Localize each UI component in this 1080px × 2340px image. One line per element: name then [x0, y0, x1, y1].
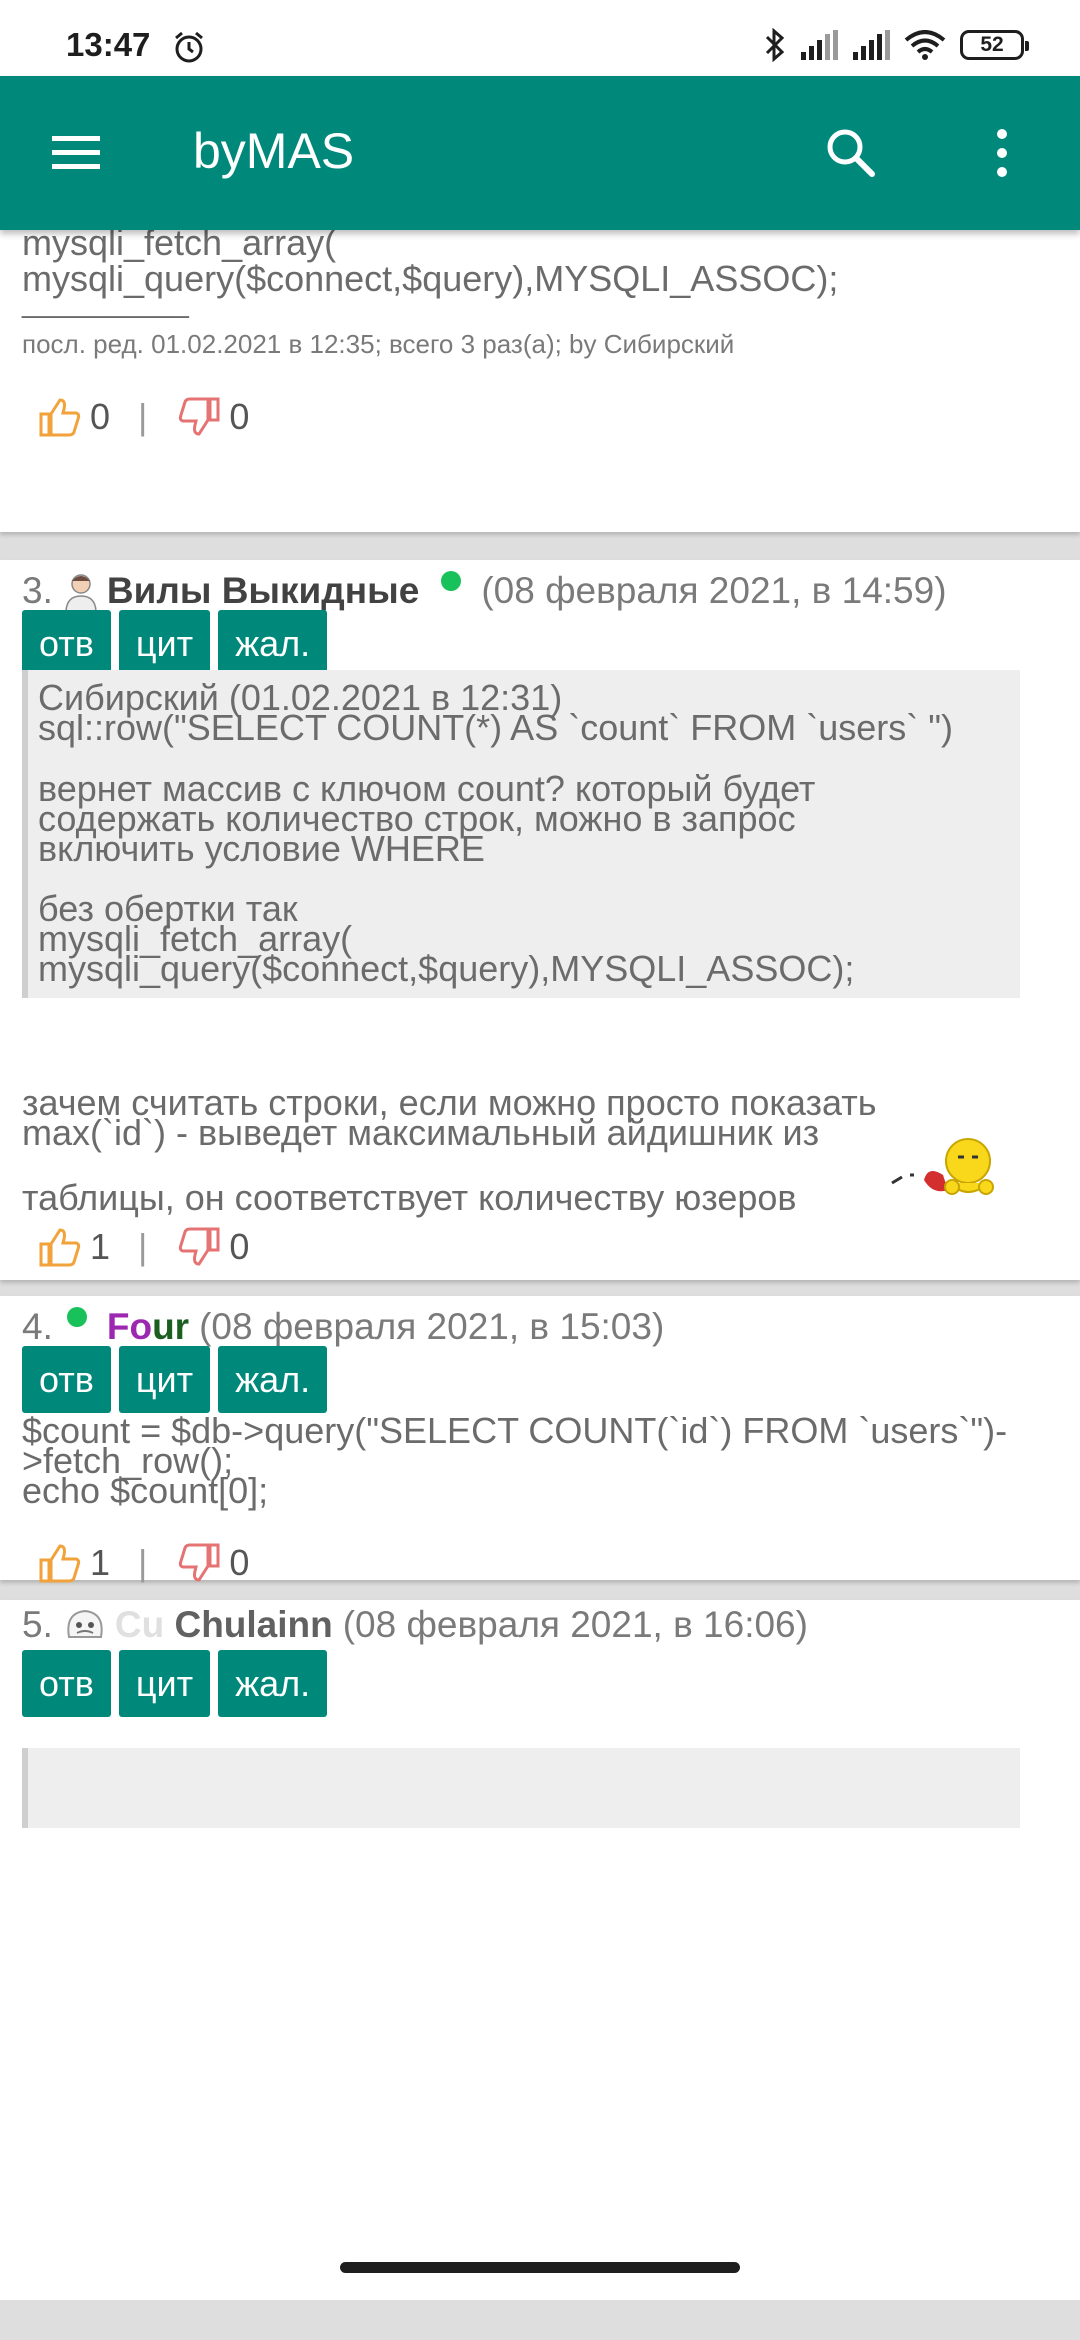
- post-header: 4. Four (08 февраля 2021, в 15:03): [22, 1306, 664, 1348]
- post-date: (08 февраля 2021, в 16:06): [342, 1604, 808, 1645]
- quote-button[interactable]: цит: [118, 1650, 211, 1717]
- reply-button[interactable]: отв: [22, 1650, 111, 1717]
- reply-button[interactable]: отв: [22, 1346, 111, 1413]
- user-avatar-icon: [65, 574, 97, 611]
- post-number: 3.: [22, 570, 53, 611]
- edit-note: посл. ред. 01.02.2021 в 12:35; всего 3 р…: [22, 329, 735, 359]
- gesture-nav-bar[interactable]: [340, 2262, 740, 2273]
- author-name-part: Chulainn: [164, 1604, 333, 1645]
- status-bar: 13:47 52: [0, 0, 1080, 76]
- smiley-emoticon-icon: [891, 1138, 994, 1195]
- posts-list: mysqli_fetch_array( mysqli_query($connec…: [0, 230, 1080, 2300]
- quote-block: Сибирский (01.02.2021 в 12:31) sql::row(…: [22, 670, 1020, 998]
- thumbs-up-icon[interactable]: [38, 1227, 82, 1267]
- post-card: 5. Cu Chulainn (08 февраля 2021, в 16:06…: [0, 1600, 1080, 2300]
- thumbs-down-icon[interactable]: [177, 397, 221, 437]
- post-author[interactable]: Four: [107, 1306, 189, 1348]
- online-indicator: [66, 1307, 87, 1327]
- quote-button[interactable]: цит: [118, 1346, 211, 1413]
- app-bar: byMAS: [0, 76, 1080, 230]
- user-avatar-icon: [67, 1609, 103, 1638]
- reply-button[interactable]: отв: [22, 610, 111, 677]
- vote-separator: |: [138, 1542, 148, 1583]
- complain-button[interactable]: жал.: [218, 1346, 328, 1413]
- post-date: (08 февраля 2021, в 15:03): [199, 1306, 665, 1347]
- vote-bar: 1 | 0: [38, 1226, 249, 1268]
- quote-line: sql::row("SELECT COUNT(*) AS `count` FRO…: [38, 707, 954, 748]
- quote-line: включить условие WHERE: [38, 828, 485, 869]
- vote-separator: |: [138, 1226, 148, 1267]
- complain-button[interactable]: жал.: [218, 610, 328, 677]
- author-name-part: Cu: [114, 1604, 165, 1645]
- more-options-icon[interactable]: [980, 122, 1024, 184]
- post-card: mysqli_fetch_array( mysqli_query($connec…: [0, 230, 1080, 532]
- bluetooth-icon: [765, 28, 785, 62]
- thumbs-up-icon[interactable]: [38, 1543, 82, 1583]
- dislike-count: 0: [229, 1226, 250, 1267]
- signature-line: __________: [22, 286, 189, 319]
- post-card: 4. Four (08 февраля 2021, в 15:03) отв ц…: [0, 1296, 1080, 1583]
- post-line: max(`id`) - выведет максимальный айдишни…: [22, 1112, 820, 1153]
- signal-icon: [801, 30, 838, 60]
- quote-line: mysqli_query($connect,$query),MYSQLI_ASS…: [38, 948, 855, 989]
- post-author[interactable]: Вилы Выкидные: [107, 570, 419, 612]
- post-header: 5. Cu Chulainn (08 февраля 2021, в 16:06…: [22, 1604, 808, 1646]
- post-line: таблицы, он соответствует количеству юзе…: [22, 1177, 797, 1218]
- like-count: 0: [90, 396, 111, 437]
- like-count: 1: [90, 1226, 111, 1267]
- post-actions: отв цит жал.: [22, 610, 328, 677]
- menu-icon[interactable]: [46, 126, 106, 180]
- post-number: 4.: [22, 1306, 53, 1347]
- author-name-part: ur: [152, 1306, 190, 1347]
- post-card: 3. Вилы Выкидные (08 февраля 2021, в 14:…: [0, 560, 1080, 1280]
- vote-bar: 1 | 0: [38, 1542, 249, 1584]
- wifi-icon: [904, 30, 946, 60]
- author-name-part: Fo: [106, 1306, 153, 1347]
- post-line: echo $count[0];: [22, 1470, 269, 1511]
- online-indicator: [441, 571, 462, 591]
- thumbs-up-icon[interactable]: [38, 397, 82, 437]
- search-icon[interactable]: [820, 122, 880, 182]
- status-time: 13:47: [66, 26, 151, 63]
- complain-button[interactable]: жал.: [218, 1650, 328, 1717]
- vote-bar: 0 | 0: [38, 396, 249, 438]
- post-actions: отв цит жал.: [22, 1650, 328, 1717]
- dislike-count: 0: [229, 1542, 250, 1583]
- post-header: 3. Вилы Выкидные (08 февраля 2021, в 14:…: [22, 570, 947, 612]
- dislike-count: 0: [229, 396, 250, 437]
- vote-separator: |: [138, 396, 148, 437]
- post-author[interactable]: Cu Chulainn: [115, 1604, 333, 1646]
- post-number: 5.: [22, 1604, 53, 1645]
- post-date: (08 февраля 2021, в 14:59): [481, 570, 947, 611]
- signal-icon-2: [853, 30, 890, 60]
- like-count: 1: [90, 1542, 111, 1583]
- battery-indicator: 52: [960, 30, 1029, 60]
- alarm-icon: [175, 31, 203, 63]
- app-title: byMAS: [193, 123, 355, 179]
- thumbs-down-icon[interactable]: [177, 1543, 221, 1583]
- thumbs-down-icon[interactable]: [177, 1227, 221, 1267]
- post-actions: отв цит жал.: [22, 1346, 328, 1413]
- quote-block: [22, 1748, 1020, 1828]
- quote-button[interactable]: цит: [118, 610, 211, 677]
